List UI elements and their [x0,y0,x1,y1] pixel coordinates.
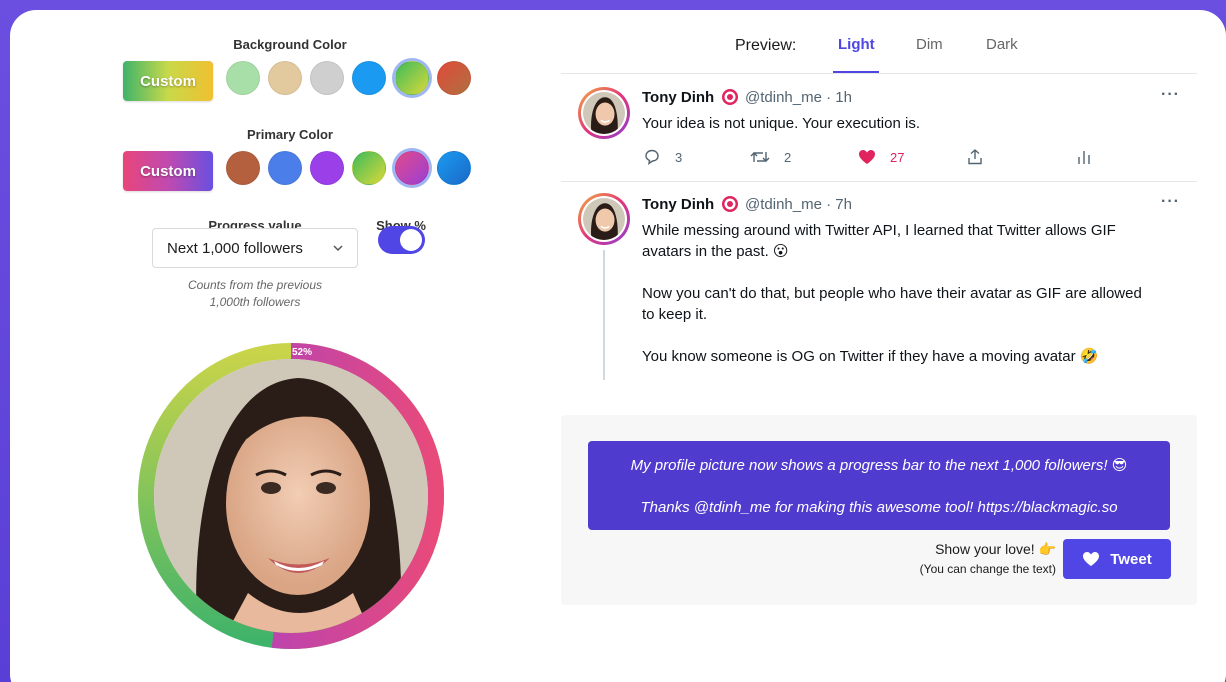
background-swatch-red-brown[interactable] [437,61,471,95]
heart-icon [1083,552,1100,566]
avatar-photo [583,198,625,240]
tweet-line: You know someone is OG on Twitter if the… [642,348,1099,365]
percent-label: 52% [292,347,313,358]
reply-count: 3 [675,149,683,165]
tweet-handle[interactable]: @tdinh_me · 7h [745,196,852,213]
primary-swatch-blue[interactable] [268,151,302,185]
primary-swatch-green-yellow[interactable] [352,151,386,185]
divider [561,73,1197,74]
reply-icon [645,149,659,166]
like-action[interactable]: 27 [858,148,904,166]
tab-dim[interactable]: Dim [916,36,943,53]
analytics-icon [1078,151,1090,164]
change-text-hint: (You can change the text) [919,562,1056,576]
tweet-button[interactable]: Tweet [1063,539,1171,579]
tweet-avatar[interactable] [578,193,630,245]
more-icon[interactable]: ··· [1161,193,1180,211]
heart-icon [859,150,875,164]
retweet-icon [750,152,770,162]
reply-action[interactable]: 3 [643,148,682,166]
tweet-button-label: Tweet [1110,550,1152,568]
toggle-knob [400,229,422,251]
target-badge-icon [722,89,738,105]
background-custom-button[interactable]: Custom [123,61,213,101]
background-swatch-blue[interactable] [352,61,386,95]
show-love-text: Show your love! 👉 [935,541,1056,557]
tweet-text: While messing around with Twitter API, I… [642,220,1192,367]
share-message-line1: My profile picture now shows a progress … [630,457,1128,474]
background-swatch-tan[interactable] [268,61,302,95]
progress-hint: Counts from the previous 1,000th followe… [150,277,360,311]
analytics-action[interactable] [1075,148,1093,166]
tweet-line: to keep it. [642,306,708,323]
background-color-label: Background Color [233,37,347,52]
retweet-count: 2 [784,149,792,165]
tweet-avatar[interactable] [578,87,630,139]
preview-label: Preview: [735,37,797,54]
show-percent-toggle[interactable] [378,226,425,254]
primary-color-label: Primary Color [247,127,333,142]
tweet-handle[interactable]: @tdinh_me · 1h [745,89,852,106]
primary-swatch-brown[interactable] [226,151,260,185]
background-swatch-mint[interactable] [226,61,260,95]
tweet-text: Your idea is not unique. Your execution … [642,115,920,132]
divider [561,181,1197,182]
retweet-action[interactable]: 2 [750,148,791,166]
tweet-line: While messing around with Twitter API, I… [642,222,1116,239]
like-count: 27 [890,149,905,165]
progress-value-select[interactable]: Next 1,000 followers [152,228,358,268]
tab-light[interactable]: Light [838,36,875,53]
thread-line [603,250,605,380]
tab-dark[interactable]: Dark [986,36,1018,53]
target-badge-icon [722,196,738,212]
primary-custom-button[interactable]: Custom [123,151,213,191]
share-message-line2: Thanks @tdinh_me for making this awesome… [640,499,1118,516]
progress-hint-line2: 1,000th followers [209,295,301,309]
share-message[interactable]: My profile picture now shows a progress … [588,441,1170,530]
share-icon [968,149,982,165]
tweet-line: avatars in the past. 😮 [642,243,789,260]
avatar-preview [138,343,444,649]
chevron-down-icon [333,245,343,252]
background-swatch-gray[interactable] [310,61,344,95]
more-icon[interactable]: ··· [1161,86,1180,104]
primary-swatch-purple[interactable] [310,151,344,185]
progress-ring-avatar [138,343,444,649]
avatar-photo [583,92,625,134]
tweet-author-name[interactable]: Tony Dinh [642,89,714,106]
tweet-line: Now you can't do that, but people who ha… [642,285,1142,302]
share-action[interactable] [966,148,984,166]
primary-swatch-pink-purple[interactable] [395,151,429,185]
progress-value-selected: Next 1,000 followers [167,239,303,257]
background-swatch-green-yellow[interactable] [395,61,429,95]
progress-hint-line1: Counts from the previous [187,278,323,292]
primary-swatch-blue-gradient[interactable] [437,151,471,185]
tweet-author-name[interactable]: Tony Dinh [642,196,714,213]
